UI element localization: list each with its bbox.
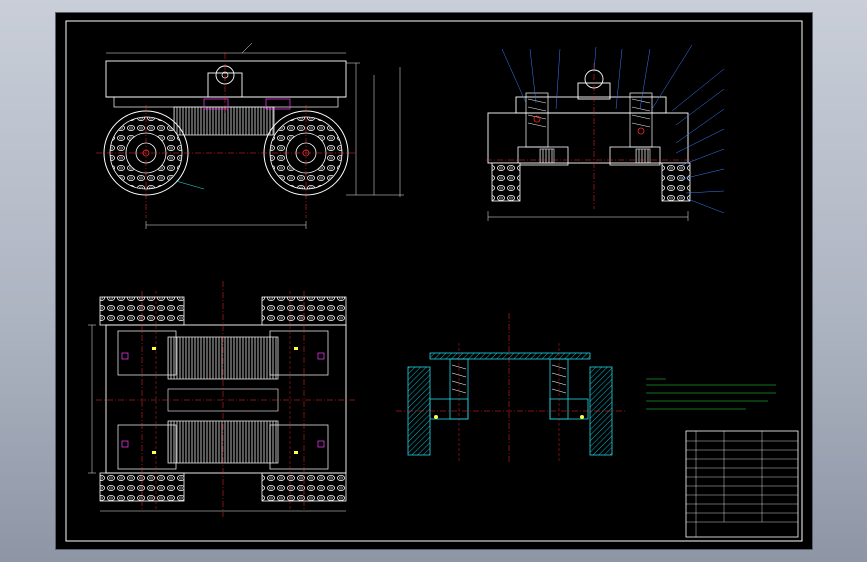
- technical-notes: [646, 378, 776, 410]
- side-view: [486, 44, 725, 221]
- front-view: [96, 42, 404, 229]
- drawing-canvas: [65, 20, 803, 542]
- cad-viewer[interactable]: [0, 0, 867, 562]
- drawing-sheet: [56, 13, 812, 549]
- title-block: [685, 430, 799, 538]
- section-view: [396, 313, 626, 463]
- top-view: [88, 281, 356, 517]
